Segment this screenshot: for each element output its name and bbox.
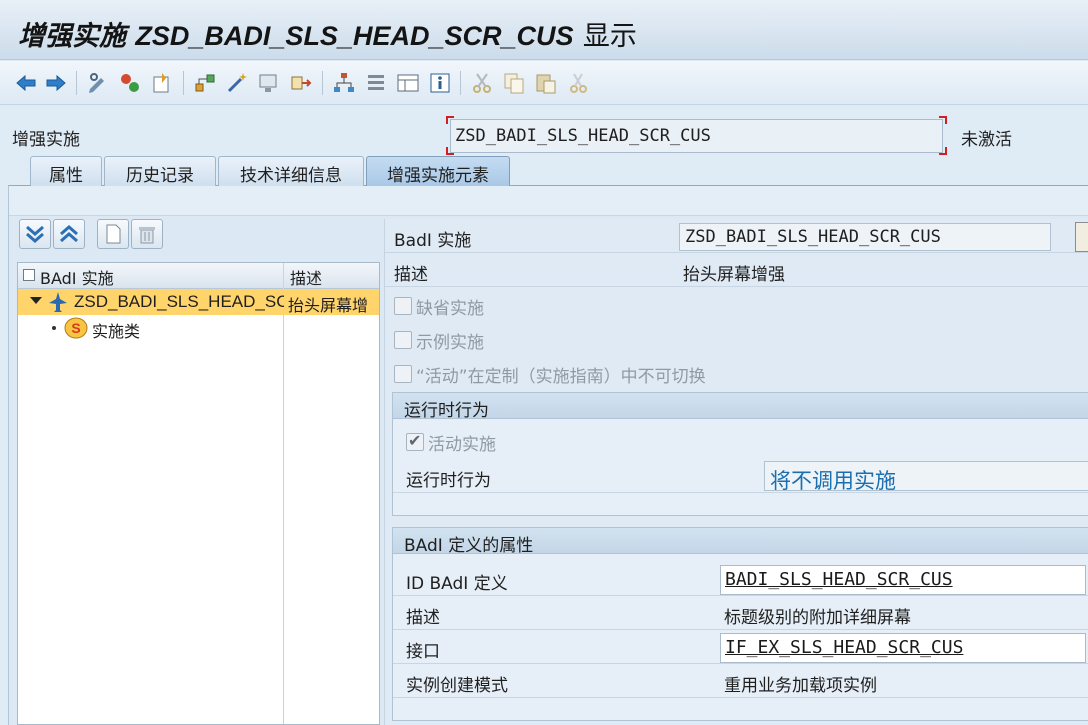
runtime-behavior-title: 运行时行为	[393, 393, 1088, 421]
create-document-icon[interactable]	[97, 219, 129, 249]
default-implementation-checkbox[interactable]: 缺省实施	[394, 293, 484, 319]
paste-icon[interactable]	[532, 69, 560, 97]
tab-implementation-elements[interactable]: 增强实施元素	[366, 156, 510, 186]
interface-link[interactable]: IF_EX_SLS_HEAD_SCR_CUS	[720, 633, 1086, 663]
description-value: 抬头屏幕增强	[683, 265, 785, 285]
object-list-icon[interactable]	[1075, 222, 1088, 252]
cut-icon[interactable]	[468, 69, 496, 97]
application-toolbar	[0, 61, 1088, 105]
tab-attributes[interactable]: 属性	[30, 156, 102, 186]
activate-icon[interactable]	[148, 69, 176, 97]
details-panel: BadI 实施 ZSD_BADI_SLS_HEAD_SCR_CUS 描述 抬头屏…	[384, 219, 1088, 725]
instance-creation-mode-label: 实例创建模式	[406, 676, 508, 696]
tree-bullet-icon	[52, 326, 56, 330]
display-change-icon[interactable]	[84, 69, 112, 97]
tree-row-implementing-class[interactable]: S 实施类	[18, 315, 379, 341]
badi-definition-group: BAdI 定义的属性 ID BAdI 定义 BADI_SLS_HEAD_SCR_…	[392, 527, 1088, 721]
badi-definition-id-row: ID BAdI 定义 BADI_SLS_HEAD_SCR_CUS	[393, 562, 1088, 596]
badi-definition-description-label: 描述	[406, 608, 440, 628]
required-bracket-icon	[939, 147, 947, 155]
magic-wand-icon[interactable]	[223, 69, 251, 97]
tree-column-badi-implementation[interactable]: BAdI 实施	[40, 265, 114, 289]
tab-panel-strip	[9, 186, 1088, 216]
required-bracket-icon	[446, 147, 454, 155]
list-icon[interactable]	[362, 69, 390, 97]
active-not-switchable-checkbox[interactable]: “活动”在定制（实施指南）中不可切换	[394, 361, 706, 387]
class-icon: S	[64, 317, 88, 343]
required-bracket-icon	[939, 116, 947, 124]
collapse-all-icon[interactable]	[53, 219, 85, 249]
back-arrow-icon[interactable]	[12, 69, 40, 97]
badi-definition-id-label: ID BAdI 定义	[406, 574, 508, 594]
screen-painter-icon[interactable]	[255, 69, 283, 97]
enhancement-implementation-field[interactable]: ZSD_BADI_SLS_HEAD_SCR_CUS	[450, 119, 943, 153]
tree-header: BAdI 实施 描述	[18, 263, 379, 289]
svg-text:S: S	[71, 320, 80, 336]
expand-all-icon[interactable]	[19, 219, 51, 249]
expand-triangle-icon[interactable]	[30, 297, 42, 304]
check-object-icon[interactable]	[116, 69, 144, 97]
tab-history[interactable]: 历史记录	[104, 156, 216, 186]
runtime-behavior-value: 将不调用实施	[764, 461, 1088, 493]
tree-structure-icon[interactable]	[330, 69, 358, 97]
window-title: 增强实施 ZSD_BADI_SLS_HEAD_SCR_CUS 显示	[18, 21, 637, 52]
implementation-tree: BAdI 实施 描述 ZSD_BADI_SLS_HEAD_SC 抬头屏幕增 S …	[17, 262, 380, 725]
tree-column-description[interactable]: 描述	[290, 265, 322, 289]
badi-implementation-row: BadI 实施 ZSD_BADI_SLS_HEAD_SCR_CUS	[385, 219, 1088, 253]
interface-row: 接口 IF_EX_SLS_HEAD_SCR_CUS	[393, 630, 1088, 664]
forward-arrow-icon[interactable]	[42, 69, 70, 97]
badi-definition-title: BAdI 定义的属性	[393, 528, 1088, 556]
tab-technical-details[interactable]: 技术详细信息	[218, 156, 364, 186]
required-bracket-icon	[446, 116, 454, 124]
badi-implementation-field[interactable]: ZSD_BADI_SLS_HEAD_SCR_CUS	[679, 223, 1051, 251]
delete-trash-icon[interactable]	[131, 219, 163, 249]
layout-icon[interactable]	[394, 69, 422, 97]
enhancement-implementation-label: 增强实施	[12, 130, 80, 150]
table-column-icon	[23, 269, 35, 281]
hierarchy-icon[interactable]	[191, 69, 219, 97]
description-label: 描述	[394, 265, 428, 285]
badi-plane-icon	[48, 291, 68, 317]
where-used-icon[interactable]	[287, 69, 315, 97]
instance-creation-mode-row: 实例创建模式 重用业务加载项实例	[393, 664, 1088, 698]
tree-item-description: 抬头屏幕增	[288, 296, 369, 315]
interface-label: 接口	[406, 642, 440, 662]
description-row: 描述 抬头屏幕增强	[385, 253, 1088, 287]
undo-icon[interactable]	[564, 69, 592, 97]
tree-row-badi-implementation[interactable]: ZSD_BADI_SLS_HEAD_SC 抬头屏幕增	[18, 289, 379, 315]
tree-item-name: ZSD_BADI_SLS_HEAD_SC	[74, 292, 284, 311]
instance-creation-mode-value: 重用业务加载项实例	[724, 676, 877, 696]
info-icon[interactable]	[426, 69, 454, 97]
runtime-behavior-row: 运行时行为 将不调用实施	[393, 459, 1088, 493]
badi-implementation-label: BadI 实施	[394, 231, 472, 251]
tree-item-name: 实施类	[92, 322, 141, 341]
runtime-behavior-label: 运行时行为	[406, 471, 491, 491]
activation-status: 未激活	[961, 130, 1012, 150]
active-implementation-checkbox[interactable]: 活动实施	[406, 429, 496, 455]
example-implementation-checkbox[interactable]: 示例实施	[394, 327, 484, 353]
runtime-behavior-group: 运行时行为 活动实施 运行时行为 将不调用实施	[392, 392, 1088, 516]
copy-icon[interactable]	[500, 69, 528, 97]
badi-definition-description-value: 标题级别的附加详细屏幕	[724, 608, 911, 628]
title-bar: 增强实施 ZSD_BADI_SLS_HEAD_SCR_CUS 显示	[0, 0, 1088, 60]
badi-definition-description-row: 描述 标题级别的附加详细屏幕	[393, 596, 1088, 630]
badi-definition-id-link[interactable]: BADI_SLS_HEAD_SCR_CUS	[720, 565, 1086, 595]
